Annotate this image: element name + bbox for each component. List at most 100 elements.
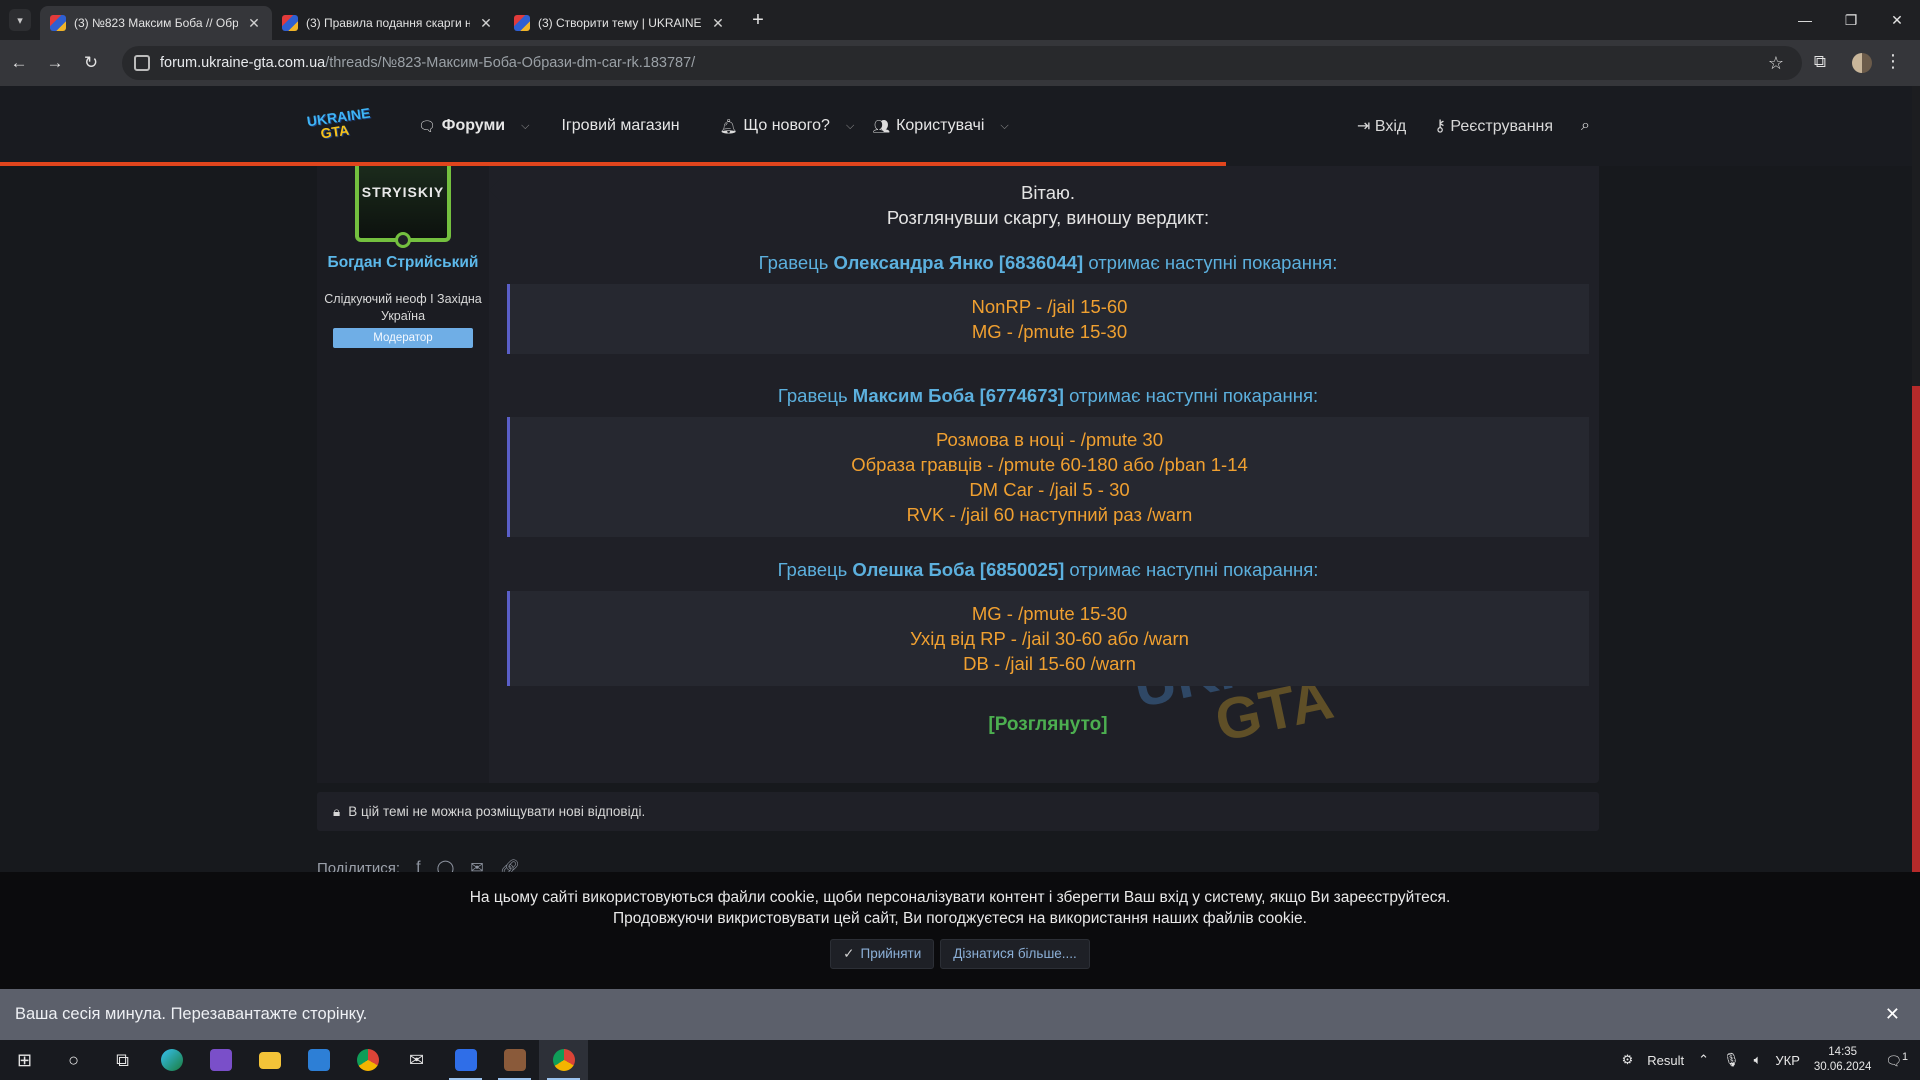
- page-scrollbar[interactable]: [1912, 86, 1920, 872]
- cookie-text-2: Продовжуючи викристовувати цей сайт, Ви …: [613, 910, 1307, 927]
- scrollbar-thumb[interactable]: [1912, 386, 1920, 872]
- check-icon: ✓: [843, 946, 855, 961]
- search-icon[interactable]: ⌕: [1581, 117, 1590, 135]
- url-host: forum.ukraine-gta.com.ua: [160, 55, 326, 71]
- game-launcher-icon[interactable]: [441, 1040, 490, 1080]
- restore-icon[interactable]: ❐: [1828, 0, 1874, 40]
- file-explorer-icon[interactable]: [245, 1040, 294, 1080]
- username-link[interactable]: Богдан Стрийський: [317, 252, 489, 273]
- tab-title: (3) Правила подання скарги н: [306, 16, 470, 30]
- address-bar[interactable]: forum.ukraine-gta.com.ua/threads/№823-Ма…: [122, 46, 1802, 80]
- chevron-down-icon[interactable]: ⌵: [846, 120, 854, 133]
- clock[interactable]: 14:35 30.06.2024: [1814, 1045, 1872, 1075]
- nav-users[interactable]: 👥︎ Користувачі ⌵: [872, 117, 1008, 135]
- browser-tab-1[interactable]: (3) №823 Максим Боба // Обр ✕: [40, 6, 272, 40]
- login-link[interactable]: ⇥ Вхід: [1357, 116, 1406, 136]
- game-icon[interactable]: [490, 1040, 539, 1080]
- store-icon[interactable]: [294, 1040, 343, 1080]
- close-tab-icon[interactable]: ✕: [710, 15, 726, 32]
- online-status-icon: [395, 232, 411, 248]
- punishment-quote: Розмова в ноці - /pmute 30 Образа гравці…: [507, 417, 1589, 537]
- back-icon[interactable]: ←: [2, 53, 36, 73]
- profile-avatar[interactable]: [1852, 53, 1872, 73]
- close-tab-icon[interactable]: ✕: [246, 15, 262, 32]
- register-link[interactable]: ⚷ Реєстрування: [1434, 116, 1553, 136]
- avatar[interactable]: STRYISKIY: [355, 166, 451, 242]
- tab-title: (3) Створити тему | UKRAINE G: [538, 16, 702, 30]
- punishment-line: MG - /pmute 15-30: [971, 603, 1128, 624]
- session-expired-notice: Ваша сесія минула. Перезавантажте сторін…: [0, 989, 1920, 1040]
- punishment-quote: MG - /pmute 15-30 Ухід від RP - /jail 30…: [507, 591, 1589, 686]
- close-window-icon[interactable]: ✕: [1874, 0, 1920, 40]
- chevron-down-icon[interactable]: ⌵: [521, 120, 529, 133]
- post-body: Вітаю. Розглянувши скаргу, виношу вердик…: [507, 166, 1589, 736]
- session-text: Ваша сесія минула. Перезавантажте сторін…: [15, 1005, 368, 1023]
- chrome-running-icon[interactable]: [539, 1040, 588, 1080]
- tray-app-label[interactable]: Result: [1647, 1053, 1684, 1068]
- browser-tab-2[interactable]: (3) Правила подання скарги н ✕: [272, 6, 504, 40]
- volume-icon[interactable]: 🔈︎: [1754, 1052, 1762, 1068]
- punishment-line: MG - /pmute 15-30: [971, 321, 1128, 342]
- intro-text: Розглянувши скаргу, виношу вердикт:: [886, 207, 1210, 228]
- key-icon: ⚷: [1434, 118, 1446, 135]
- cookie-text-1: На цьому сайті використовуються файли co…: [469, 889, 1451, 906]
- browser-tab-3[interactable]: (3) Створити тему | UKRAINE G ✕: [504, 6, 736, 40]
- minimize-icon[interactable]: —: [1782, 0, 1828, 40]
- lock-icon: 🔒︎: [333, 803, 341, 819]
- site-logo[interactable]: UKRAINE GTA: [306, 105, 372, 148]
- forward-icon[interactable]: →: [38, 53, 72, 73]
- punishment-line: NonRP - /jail 15-60: [971, 296, 1128, 317]
- search-icon[interactable]: ○: [49, 1040, 98, 1080]
- close-icon[interactable]: ✕: [1885, 1004, 1900, 1025]
- punishment-line: DB - /jail 15-60 /warn: [963, 653, 1136, 674]
- post-user-column: STRYISKIY Богдан Стрийський Слідкуючий н…: [317, 166, 489, 783]
- greeting-text: Вітаю.: [1020, 182, 1076, 203]
- chat-bubble-icon: 🗨: [418, 117, 436, 134]
- site-favicon-icon: [50, 15, 66, 31]
- site-favicon-icon: [514, 15, 530, 31]
- windows-start-icon[interactable]: ⊞: [0, 1040, 49, 1080]
- punishment-quote: NonRP - /jail 15-60 MG - /pmute 15-30: [507, 284, 1589, 354]
- close-tab-icon[interactable]: ✕: [478, 15, 494, 32]
- url-path: /threads/№823-Максим-Боба-Образи-dm-car-…: [325, 55, 696, 71]
- edge-icon[interactable]: [147, 1040, 196, 1080]
- language-indicator[interactable]: УКР: [1775, 1053, 1800, 1068]
- chevron-down-icon[interactable]: ⌵: [1000, 120, 1008, 133]
- punishment-line: Розмова в ноці - /pmute 30: [935, 429, 1164, 450]
- site-info-icon[interactable]: [134, 55, 150, 71]
- login-icon: ⇥: [1356, 118, 1371, 135]
- post-arrow: [489, 176, 503, 204]
- notifications-icon[interactable]: 🗨︎1: [1885, 1051, 1908, 1069]
- reload-icon[interactable]: ↻: [74, 53, 108, 73]
- tab-title: (3) №823 Максим Боба // Обр: [74, 16, 238, 30]
- tray-chevron-icon[interactable]: ⌃: [1698, 1052, 1709, 1068]
- browser-toolbar: ← → ↻ forum.ukraine-gta.com.ua/threads/№…: [0, 40, 1920, 86]
- punishment-line: Образа гравців - /pmute 60-180 або /pban…: [851, 454, 1248, 475]
- tab-search-icon[interactable]: ▾: [9, 9, 31, 31]
- user-title: Слідкуючий неоф I Західна Україна: [324, 292, 482, 323]
- user-role-badge: Модератор: [333, 328, 473, 348]
- system-tray: ⚙ Result ⌃ 🎙︎ 🔈︎ УКР 14:35 30.06.2024 🗨︎1: [1622, 1040, 1920, 1080]
- cookie-notice: На цьому сайті використовуються файли co…: [0, 872, 1920, 989]
- task-view-icon[interactable]: ⧉: [98, 1040, 147, 1080]
- site-header: UKRAINE GTA 🗨 Форуми ⌵ Ігровий магазин 🔔︎ Що…: [0, 86, 1920, 166]
- chrome-icon[interactable]: [343, 1040, 392, 1080]
- visual-studio-icon[interactable]: [196, 1040, 245, 1080]
- site-favicon-icon: [282, 15, 298, 31]
- bookmark-star-icon[interactable]: ☆: [1768, 53, 1784, 74]
- extensions-icon[interactable]: ⧉: [1814, 52, 1826, 72]
- nav-forums[interactable]: 🗨 Форуми ⌵: [418, 117, 529, 135]
- thread-locked-notice: 🔒︎ В цій темі не можна розміщувати нові в…: [317, 792, 1599, 831]
- nav-whats-new[interactable]: 🔔︎ Що нового? ⌵: [720, 117, 855, 135]
- main-nav: 🗨 Форуми ⌵ Ігровий магазин 🔔︎ Що нового? ⌵ 👥…: [418, 86, 1027, 166]
- nav-shop[interactable]: Ігровий магазин: [561, 117, 679, 135]
- mail-icon[interactable]: ✉: [392, 1040, 441, 1080]
- new-tab-icon[interactable]: +: [746, 9, 770, 32]
- browser-menu-icon[interactable]: ⋮: [1884, 51, 1902, 72]
- verdict-status: [Розглянуто]: [988, 714, 1108, 735]
- tray-app-icon[interactable]: ⚙: [1622, 1052, 1634, 1068]
- learn-more-button[interactable]: Дізнатися більше....: [940, 939, 1090, 969]
- punishment-line: RVK - /jail 60 наступний раз /warn: [906, 504, 1193, 525]
- accept-cookies-button[interactable]: ✓ Прийняти: [830, 939, 935, 969]
- microphone-icon[interactable]: 🎙︎: [1723, 1052, 1740, 1068]
